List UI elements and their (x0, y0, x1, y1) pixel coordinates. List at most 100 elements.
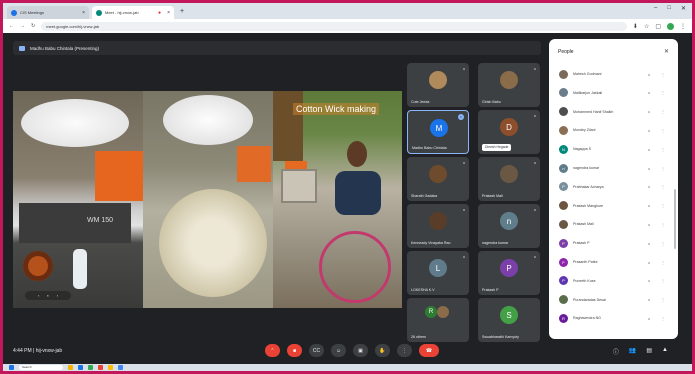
more-options-button[interactable]: ⋮ (397, 344, 412, 357)
mic-toggle-button[interactable]: ⌃ (265, 344, 280, 357)
app-icon[interactable] (98, 365, 103, 370)
maximize-icon[interactable]: □ (667, 5, 671, 12)
url-field[interactable]: meet.google.com/hij-vnxw-jab (41, 21, 627, 31)
chat-icon[interactable]: ▤ (646, 347, 652, 356)
windows-start-icon[interactable] (9, 365, 14, 370)
leave-call-button[interactable]: ☎ (419, 344, 439, 357)
more-vert-icon[interactable]: ⋮ (661, 260, 665, 265)
participant-row[interactable]: Mohammed Hanif Shaikh ʌ ⋮ (559, 107, 671, 117)
close-window-icon[interactable]: ✕ (681, 5, 686, 12)
participant-row[interactable]: Mallikarjun Jakkali ʌ ⋮ (559, 88, 671, 98)
participant-tile[interactable]: ʌ Prakash Mali (478, 157, 540, 201)
close-tab-icon[interactable]: × (167, 10, 170, 16)
more-vert-icon[interactable]: ⋮ (661, 297, 665, 302)
participant-tile[interactable]: D ʌ Dinesh Hegade (478, 110, 540, 154)
participant-tile[interactable]: M • Madhu Babu Chintala (407, 110, 469, 154)
mic-off-icon[interactable]: ʌ (648, 72, 650, 77)
forward-icon[interactable]: → (20, 23, 25, 29)
slide-controls[interactable]: ‹ ▪ › (25, 291, 71, 300)
back-icon[interactable]: ← (9, 23, 14, 29)
more-vert-icon[interactable]: ⋮ (661, 72, 665, 77)
more-vert-icon[interactable]: ⋮ (661, 166, 665, 171)
mic-off-icon[interactable]: ʌ (648, 203, 650, 208)
participant-row[interactable]: Mahesh Godmani ʌ ⋮ (559, 69, 671, 79)
more-vert-icon[interactable]: ⋮ (661, 278, 665, 283)
prev-slide-icon[interactable]: ‹ (38, 293, 39, 298)
more-vert-icon[interactable]: ⋮ (661, 109, 665, 114)
others-tile[interactable]: R 26 others (407, 298, 469, 342)
participant-tile[interactable]: S Swuabharathi Kamyoty (478, 298, 540, 342)
participant-tile[interactable]: ʌ Girish Babu (478, 63, 540, 107)
more-vert-icon[interactable]: ⋮ (661, 222, 665, 227)
participant-row[interactable]: n nagendra kumar ʌ ⋮ (559, 163, 671, 173)
mic-off-icon[interactable]: ʌ (648, 222, 650, 227)
extension-icon[interactable]: ⬇ (633, 23, 638, 30)
participant-row[interactable]: P Prabhakar Acharya ʌ ⋮ (559, 182, 671, 192)
participant-row[interactable]: N Nagappa S ʌ ⋮ (559, 144, 671, 154)
menu-kebab-icon[interactable]: ⋮ (680, 23, 686, 30)
participant-row[interactable]: P Prakash P ʌ ⋮ (559, 238, 671, 248)
activities-icon[interactable]: ▲ (662, 347, 668, 356)
people-icon[interactable]: 👥 (629, 347, 636, 356)
mic-off-icon[interactable]: ʌ (648, 184, 650, 189)
slide-counter-icon[interactable]: ▪ (47, 293, 48, 298)
mic-off-icon[interactable]: ʌ (648, 241, 650, 246)
app-icon[interactable] (68, 365, 73, 370)
participant-tile[interactable]: n ʌ nagendra kumar (478, 204, 540, 248)
participant-tile[interactable]: ʌ Sharath Gadaka (407, 157, 469, 201)
close-panel-icon[interactable]: ✕ (664, 48, 669, 55)
reload-icon[interactable]: ↻ (31, 23, 35, 29)
camera-toggle-button[interactable]: ■ (287, 344, 302, 357)
emoji-button[interactable]: ☺ (331, 344, 346, 357)
participant-tile[interactable]: P ʌ Prakash P (478, 251, 540, 295)
more-vert-icon[interactable]: ⋮ (661, 128, 665, 133)
mic-off-icon[interactable]: ʌ (648, 278, 650, 283)
more-vert-icon[interactable]: ⋮ (661, 241, 665, 246)
mic-off-icon[interactable]: ʌ (648, 316, 650, 321)
avatar: S (500, 306, 518, 324)
scrollbar[interactable] (674, 189, 676, 249)
tab-search-icon[interactable]: ▢ (655, 23, 661, 30)
app-icon[interactable] (78, 365, 83, 370)
more-vert-icon[interactable]: ⋮ (661, 147, 665, 152)
more-vert-icon[interactable]: ⋮ (661, 90, 665, 95)
minimize-icon[interactable]: – (654, 5, 657, 12)
mic-off-icon[interactable]: ʌ (648, 109, 650, 114)
participant-row[interactable]: Prakash Mangkure ʌ ⋮ (559, 201, 671, 211)
app-icon[interactable] (118, 365, 123, 370)
mic-off-icon[interactable]: ʌ (648, 128, 650, 133)
mic-off-icon[interactable]: ʌ (648, 260, 650, 265)
participant-row[interactable]: Purandaradas Desai ʌ ⋮ (559, 295, 671, 305)
mic-off-icon[interactable]: ʌ (648, 297, 650, 302)
more-vert-icon[interactable]: ⋮ (661, 203, 665, 208)
browser-tab-cis[interactable]: CIS Meetings × (7, 6, 89, 19)
browser-tab-meet[interactable]: Meet - hij-vnxw-jab ● × (92, 6, 174, 19)
app-icon[interactable] (88, 365, 93, 370)
profile-avatar[interactable] (667, 22, 674, 30)
participant-tile[interactable]: ʌ Cute Jeeda (407, 63, 469, 107)
participant-row[interactable]: R Raghavendra NG ʌ ⋮ (559, 313, 671, 323)
participant-row[interactable]: Mundey Zilani ʌ ⋮ (559, 125, 671, 135)
mic-off-icon[interactable]: ʌ (648, 147, 650, 152)
taskbar-search[interactable]: Search (19, 365, 63, 370)
next-slide-icon[interactable]: › (57, 293, 58, 298)
captions-button[interactable]: CC (309, 344, 324, 357)
participant-row[interactable]: P Prasanth Patke ʌ ⋮ (559, 257, 671, 267)
info-icon[interactable]: ⓘ (613, 347, 619, 356)
present-button[interactable]: ▣ (353, 344, 368, 357)
more-vert-icon[interactable]: ⋮ (661, 316, 665, 321)
participant-row[interactable]: Prakash Mali ʌ ⋮ (559, 219, 671, 229)
app-icon[interactable] (108, 365, 113, 370)
bookmark-star-icon[interactable]: ☆ (644, 23, 649, 30)
mic-off-icon[interactable]: ʌ (648, 90, 650, 95)
raise-hand-button[interactable]: ✋ (375, 344, 390, 357)
more-vert-icon[interactable]: ⋮ (661, 184, 665, 189)
new-tab-icon[interactable]: + (177, 6, 187, 19)
participant-tile[interactable]: ʌ Kenneady Vinayaka Rao (407, 204, 469, 248)
os-taskbar: Search (3, 364, 692, 371)
close-tab-icon[interactable]: × (82, 10, 85, 16)
participant-tile[interactable]: L ʌ LOKESHA K.V (407, 251, 469, 295)
mic-off-icon: ʌ (463, 160, 465, 165)
participant-row[interactable]: P Puneeth Kuse ʌ ⋮ (559, 276, 671, 286)
mic-off-icon[interactable]: ʌ (648, 166, 650, 171)
